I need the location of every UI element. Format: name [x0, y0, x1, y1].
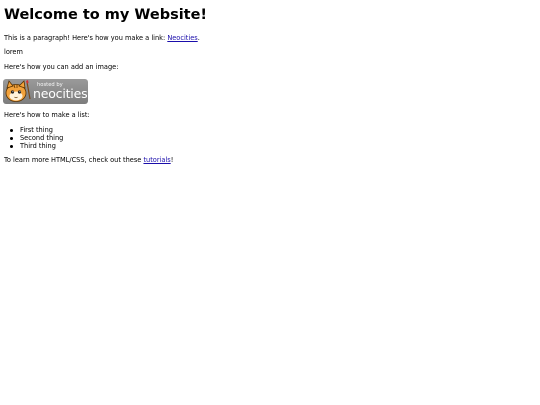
page-root: Welcome to my Website! This is a paragra… [0, 0, 540, 405]
list-item: First thing [9, 126, 63, 134]
footer-paragraph: To learn more HTML/CSS, check out these … [4, 156, 174, 165]
list-item: Second thing [9, 134, 64, 142]
intro-paragraph-end: . [197, 34, 200, 42]
lorem-text: lorem [4, 48, 23, 56]
badge-big-text: neocities [33, 86, 88, 102]
intro-paragraph-text: This is a paragraph! Here's how you make… [4, 34, 168, 42]
page-title: Welcome to my Website! [4, 7, 208, 23]
neocities-cat-icon [5, 80, 31, 102]
list-item: Third thing [9, 142, 63, 150]
neocities-link[interactable]: Neocities [167, 34, 197, 42]
badge-small-text: hosted by [37, 82, 63, 88]
list-intro-text: Here's how to make a list: [4, 111, 90, 119]
hosted-by-neocities-image: hosted by neocities [3, 79, 88, 104]
tutorials-link[interactable]: tutorials [143, 156, 170, 164]
example-list: First thing Second thing Third thing [8, 126, 63, 150]
image-intro-text: Here's how you can add an image: [4, 63, 119, 71]
footer-end: ! [170, 156, 174, 164]
intro-paragraph: This is a paragraph! Here's how you make… [4, 34, 200, 43]
footer-text: To learn more HTML/CSS, check out these [4, 156, 144, 164]
